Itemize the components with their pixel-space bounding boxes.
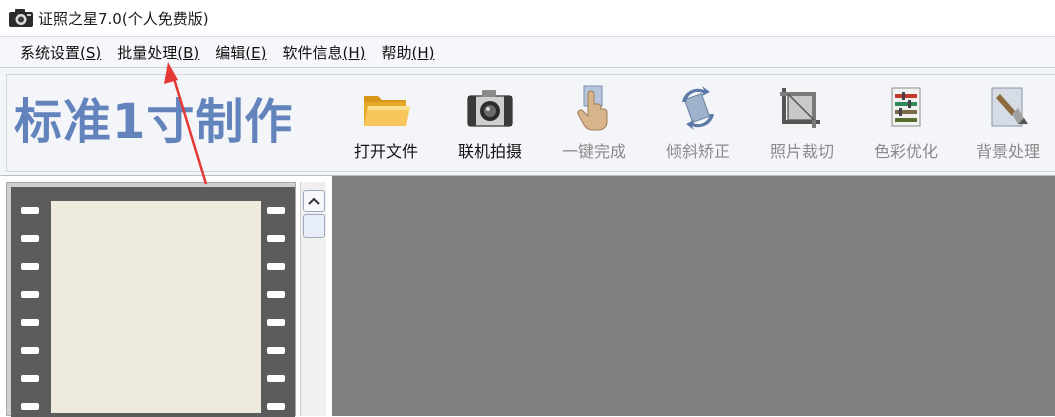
menu-system-settings[interactable]: 系统设置(S) bbox=[12, 42, 109, 63]
menu-label: 帮助 bbox=[381, 43, 412, 62]
menu-label: 软件信息 bbox=[282, 43, 343, 62]
menu-mnemonic: (H) bbox=[342, 43, 366, 62]
sprocket-hole bbox=[267, 375, 285, 382]
toolbar: 标准1寸制作 打开文件 联机拍摄 一键完成 倾斜矫正 照片裁切 色彩优化 背景处… bbox=[0, 68, 1055, 176]
tool-label: 照片裁切 bbox=[769, 142, 834, 161]
sprocket-hole bbox=[267, 235, 285, 242]
chevron-up-icon bbox=[308, 197, 320, 205]
menu-label: 编辑 bbox=[215, 43, 246, 62]
open-file-button[interactable]: 打开文件 bbox=[338, 84, 434, 164]
sprocket-hole bbox=[21, 263, 39, 270]
sprocket-hole bbox=[267, 347, 285, 354]
menu-mnemonic: (S) bbox=[80, 43, 102, 62]
sprocket-hole bbox=[21, 235, 39, 242]
menu-software-info[interactable]: 软件信息(H) bbox=[274, 42, 373, 63]
mode-title: 标准1寸制作 bbox=[14, 94, 294, 150]
sprocket-hole bbox=[21, 291, 39, 298]
menu-edit[interactable]: 编辑(E) bbox=[207, 42, 274, 63]
brush-icon bbox=[991, 87, 1028, 127]
color-sliders-icon bbox=[891, 87, 921, 127]
menu-label: 批量处理 bbox=[117, 43, 178, 62]
content-area bbox=[0, 176, 1055, 417]
sprocket-hole bbox=[21, 375, 39, 382]
tool-label: 联机拍摄 bbox=[457, 142, 522, 161]
camera-icon bbox=[467, 90, 513, 127]
hand-click-icon bbox=[577, 85, 608, 131]
sprocket-hole bbox=[267, 207, 285, 214]
window-title: 证照之星7.0(个人免费版) bbox=[38, 9, 209, 28]
menu-mnemonic: (H) bbox=[411, 43, 435, 62]
sprocket-hole bbox=[21, 403, 39, 410]
sprocket-hole bbox=[21, 319, 39, 326]
thumbnail-scrollbar[interactable] bbox=[300, 182, 326, 416]
folder-icon bbox=[364, 96, 410, 126]
crop-icon bbox=[780, 88, 820, 128]
sprocket-hole bbox=[21, 207, 39, 214]
tool-label: 倾斜矫正 bbox=[665, 142, 730, 161]
menu-bar: 系统设置(S) 批量处理(B) 编辑(E) 软件信息(H) 帮助(H) bbox=[0, 36, 1055, 68]
sprocket-hole bbox=[267, 291, 285, 298]
photo-thumbnail-slot[interactable] bbox=[51, 201, 261, 413]
sprocket-hole bbox=[267, 319, 285, 326]
tool-label: 一键完成 bbox=[561, 142, 626, 161]
preview-workspace[interactable] bbox=[332, 176, 1055, 416]
photo-crop-button[interactable]: 照片裁切 bbox=[754, 84, 850, 164]
menu-batch-processing[interactable]: 批量处理(B) bbox=[109, 42, 207, 63]
scroll-thumb[interactable] bbox=[303, 214, 325, 238]
sprocket-hole bbox=[21, 347, 39, 354]
camera-icon bbox=[9, 9, 33, 27]
background-processing-button[interactable]: 背景处理 bbox=[960, 84, 1055, 164]
rotate-icon bbox=[682, 86, 714, 130]
tethered-capture-button[interactable]: 联机拍摄 bbox=[442, 84, 538, 164]
thumbnail-panel bbox=[6, 182, 296, 417]
sprocket-hole bbox=[267, 263, 285, 270]
one-click-complete-button[interactable]: 一键完成 bbox=[546, 84, 642, 164]
tool-label: 背景处理 bbox=[975, 142, 1040, 161]
film-strip bbox=[11, 187, 295, 417]
color-optimize-button[interactable]: 色彩优化 bbox=[858, 84, 954, 164]
tool-label: 打开文件 bbox=[353, 142, 418, 161]
menu-mnemonic: (E) bbox=[245, 43, 267, 62]
tilt-correction-button[interactable]: 倾斜矫正 bbox=[650, 84, 746, 164]
sprocket-hole bbox=[267, 403, 285, 410]
scroll-up-button[interactable] bbox=[303, 190, 325, 212]
tool-label: 色彩优化 bbox=[873, 142, 938, 161]
menu-label: 系统设置 bbox=[20, 43, 81, 62]
menu-help[interactable]: 帮助(H) bbox=[373, 42, 442, 63]
title-bar: 证照之星7.0(个人免费版) bbox=[0, 0, 1055, 36]
menu-mnemonic: (B) bbox=[177, 43, 200, 62]
